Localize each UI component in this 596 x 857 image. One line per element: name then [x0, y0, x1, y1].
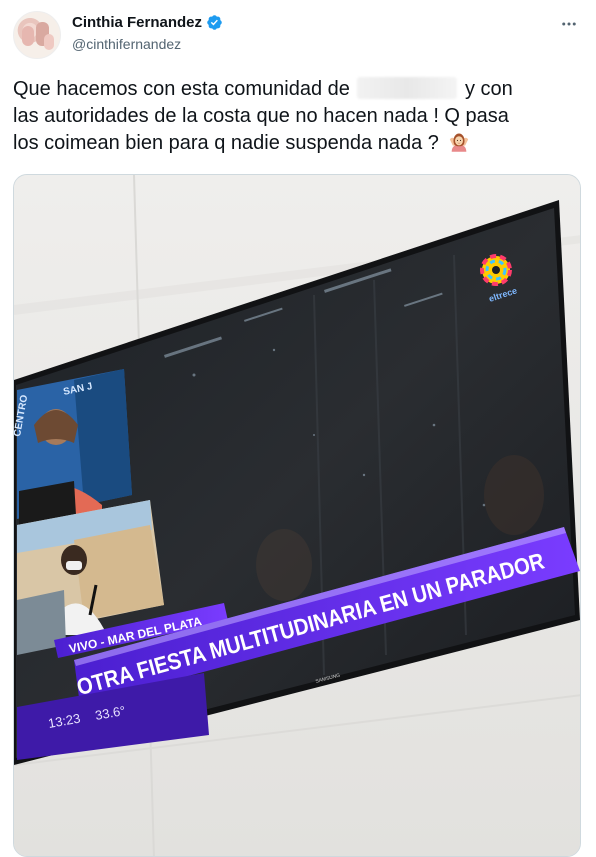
more-options-icon[interactable] [559, 14, 579, 34]
display-name[interactable]: Cinthia Fernandez [72, 14, 202, 31]
tweet-text-line3: los coimean bien para q nadie suspenda n… [13, 132, 439, 154]
tweet-card: Cinthia Fernandez @cinthifernandez Que h… [0, 0, 596, 857]
tweet-text-line2: las autoridades de la costa que no hacen… [13, 105, 509, 127]
avatar[interactable] [13, 11, 61, 59]
tweet-text: Que hacemos con esta comunidad de y con … [13, 76, 578, 157]
author-name-row: Cinthia Fernandez [72, 14, 223, 31]
verified-badge-icon [207, 15, 222, 30]
person-gesturing-ok-emoji-icon [450, 133, 469, 152]
tweet-media-photo[interactable]: eltrece CENTRO SAN J VIVO - MAR DEL PLAT… [13, 174, 581, 857]
user-handle[interactable]: @cinthifernandez [72, 36, 181, 52]
tv-photo: eltrece CENTRO SAN J VIVO - MAR DEL PLAT… [14, 175, 580, 856]
tweet-text-line1-a: Que hacemos con esta comunidad de [13, 78, 350, 100]
redacted-word [357, 77, 458, 99]
tweet-text-line1-b: y con [465, 78, 513, 100]
